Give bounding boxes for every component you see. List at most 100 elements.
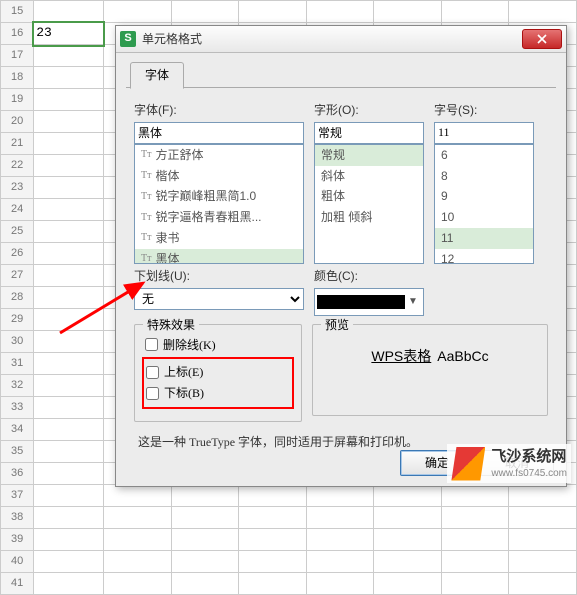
list-item[interactable]: 10 [435,207,533,228]
cell[interactable] [34,177,104,199]
cell[interactable] [171,507,239,529]
list-item[interactable]: Tᴛ黑体 [135,249,303,264]
cell[interactable] [239,507,307,529]
cell[interactable] [239,551,307,573]
row-header[interactable]: 27 [1,265,34,287]
cell[interactable] [171,529,239,551]
row-header[interactable]: 37 [1,485,34,507]
row-header[interactable]: 31 [1,353,34,375]
row-header[interactable]: 23 [1,177,34,199]
list-item[interactable]: 8 [435,166,533,187]
cell[interactable] [509,551,577,573]
cell[interactable] [171,485,239,507]
list-item[interactable]: Tᴛ锐字巅峰粗黑简1.0 [135,186,303,207]
cell[interactable] [374,529,442,551]
cell[interactable] [34,221,104,243]
cell[interactable] [34,1,104,23]
cell[interactable] [239,529,307,551]
cell[interactable] [374,1,442,23]
cell[interactable] [34,111,104,133]
row-header[interactable]: 34 [1,419,34,441]
row-header[interactable]: 28 [1,287,34,309]
row-header[interactable]: 24 [1,199,34,221]
strike-checkbox[interactable]: 删除线(K) [145,337,291,354]
cell[interactable] [34,45,104,67]
cell[interactable] [171,573,239,595]
cell[interactable] [441,551,509,573]
list-item[interactable]: 粗体 [315,186,423,207]
cell[interactable] [509,573,577,595]
cell[interactable] [374,507,442,529]
list-item[interactable]: Tᴛ方正舒体 [135,145,303,166]
row-header[interactable]: 39 [1,529,34,551]
cell[interactable] [306,507,374,529]
style-listbox[interactable]: 常规斜体粗体加粗 倾斜 [314,144,424,264]
row-header[interactable]: 40 [1,551,34,573]
row-header[interactable]: 19 [1,89,34,111]
superscript-checkbox[interactable]: 上标(E) [146,364,290,381]
cell[interactable] [34,243,104,265]
list-item[interactable]: Tᴛ锐字逼格青春粗黑... [135,207,303,228]
cell[interactable] [374,551,442,573]
list-item[interactable]: 斜体 [315,166,423,187]
list-item[interactable]: 常规 [315,145,423,166]
cell[interactable] [103,507,171,529]
cell[interactable] [34,485,104,507]
cell[interactable] [306,529,374,551]
cell[interactable] [34,309,104,331]
style-input[interactable] [314,122,424,144]
cell[interactable] [306,485,374,507]
tab-font[interactable]: 字体 [130,62,184,89]
cell[interactable] [103,529,171,551]
cell[interactable] [441,485,509,507]
row-header[interactable]: 41 [1,573,34,595]
cell[interactable] [34,353,104,375]
cell[interactable] [34,529,104,551]
row-header[interactable]: 38 [1,507,34,529]
cell[interactable] [103,551,171,573]
row-header[interactable]: 36 [1,463,34,485]
row-header[interactable]: 16 [1,23,34,45]
cell[interactable] [509,1,577,23]
row-header[interactable]: 18 [1,67,34,89]
font-listbox[interactable]: Tᴛ方正舒体Tᴛ楷体Tᴛ锐字巅峰粗黑简1.0Tᴛ锐字逼格青春粗黑...Tᴛ隶书T… [134,144,304,264]
cell[interactable] [34,573,104,595]
row-header[interactable]: 17 [1,45,34,67]
cell[interactable] [34,89,104,111]
list-item[interactable]: 9 [435,186,533,207]
row-header[interactable]: 35 [1,441,34,463]
cell[interactable] [306,1,374,23]
list-item[interactable]: 加粗 倾斜 [315,207,423,228]
font-color-picker[interactable]: ▼ [314,288,424,316]
cell[interactable] [374,485,442,507]
size-input[interactable] [434,122,534,144]
list-item[interactable]: 12 [435,249,533,264]
subscript-checkbox[interactable]: 下标(B) [146,385,290,402]
row-header[interactable]: 32 [1,375,34,397]
cell[interactable] [239,1,307,23]
cell[interactable] [34,331,104,353]
font-input[interactable] [134,122,304,144]
cell[interactable] [441,1,509,23]
cell[interactable] [239,485,307,507]
row-header[interactable]: 15 [1,1,34,23]
cell[interactable] [306,551,374,573]
cell[interactable] [34,441,104,463]
row-header[interactable]: 25 [1,221,34,243]
cell[interactable] [34,551,104,573]
row-header[interactable]: 33 [1,397,34,419]
cell[interactable] [34,397,104,419]
list-item[interactable]: 11 [435,228,533,249]
cell[interactable] [441,573,509,595]
cell[interactable] [509,529,577,551]
close-button[interactable] [522,29,562,49]
row-header[interactable]: 29 [1,309,34,331]
list-item[interactable]: 6 [435,145,533,166]
cell[interactable] [171,551,239,573]
cell[interactable] [239,573,307,595]
cell[interactable] [34,199,104,221]
list-item[interactable]: Tᴛ楷体 [135,166,303,187]
row-header[interactable]: 30 [1,331,34,353]
cell[interactable] [441,507,509,529]
cell[interactable] [34,287,104,309]
